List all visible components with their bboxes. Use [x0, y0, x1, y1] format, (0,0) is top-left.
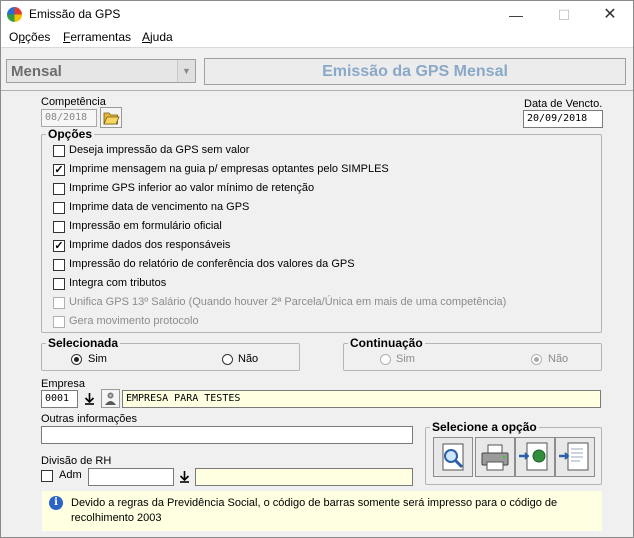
divisao-label: Divisão de RH: [41, 455, 112, 467]
option-unifica-13-label: Unifica GPS 13º Salário (Quando houver 2…: [69, 296, 507, 308]
period-select[interactable]: Mensal ▼: [6, 59, 196, 83]
option-data-vencimento-label: Imprime data de vencimento na GPS: [69, 201, 250, 213]
vencimento-field[interactable]: 20/09/2018: [523, 110, 603, 128]
maximize-button[interactable]: ☐: [541, 1, 587, 29]
empresa-name-field[interactable]: EMPRESA PARA TESTES: [122, 390, 601, 408]
divisao-name-field[interactable]: [195, 468, 413, 486]
gps-window: Emissão da GPS — ☐ ✕ Opções Ferramentas …: [0, 0, 634, 538]
selecione-opcao-title: Selecione a opção: [430, 420, 539, 434]
export-button[interactable]: [515, 437, 555, 477]
menu-separator: [1, 47, 633, 48]
minimize-button[interactable]: —: [493, 1, 539, 29]
export-globe-icon: [519, 442, 548, 471]
download-arrow-icon[interactable]: [81, 390, 98, 408]
outras-informacoes-field[interactable]: [41, 426, 413, 444]
opcoes-group: Opções Deseja impressão da GPS sem valor…: [41, 127, 602, 333]
selecionada-sim-label: Sim: [88, 353, 107, 365]
period-select-value: Mensal: [11, 63, 62, 80]
export-file-button[interactable]: [555, 437, 595, 477]
gps-app-icon: [7, 7, 22, 22]
option-responsaveis-label: Imprime dados dos responsáveis: [69, 239, 231, 251]
divisao-adm-checkbox[interactable]: [41, 470, 53, 482]
download-arrow-icon[interactable]: [176, 468, 193, 486]
window-title: Emissão da GPS: [29, 7, 121, 21]
selecionada-nao-label: Não: [238, 353, 259, 365]
selecionada-sim-radio[interactable]: [71, 354, 82, 365]
info-message-text: Devido a regras da Previdência Social, o…: [71, 497, 558, 524]
option-tributos-checkbox[interactable]: [53, 278, 65, 290]
info-icon: i: [49, 496, 63, 510]
option-relatorio-conferencia-label: Impressão do relatório de conferência do…: [69, 258, 355, 270]
chevron-down-icon[interactable]: ▼: [177, 60, 195, 82]
option-valor-minimo-checkbox[interactable]: [53, 183, 65, 195]
option-sem-valor-label: Deseja impressão da GPS sem valor: [69, 144, 250, 156]
magnifier-preview-icon: [442, 443, 464, 471]
printer-icon: [481, 444, 509, 471]
selecionada-group-title: Selecionada: [46, 336, 121, 350]
page-title-banner: Emissão da GPS Mensal: [204, 58, 626, 85]
option-formulario-oficial-label: Impressão em formulário oficial: [69, 220, 222, 232]
divisao-adm-label: Adm: [59, 469, 82, 481]
outras-label: Outras informações: [41, 413, 137, 425]
option-tributos-label: Integra com tributos: [69, 277, 167, 289]
continuacao-sim-label: Sim: [396, 353, 415, 365]
continuacao-sim-radio: [380, 354, 391, 365]
menu-ferramentas[interactable]: Ferramentas: [63, 30, 131, 44]
menu-ajuda[interactable]: Ajuda: [142, 30, 173, 44]
preview-button[interactable]: [433, 437, 473, 477]
export-file-icon: [559, 442, 589, 471]
option-movimento-protocolo-checkbox: [53, 316, 65, 328]
continuacao-group-title: Continuação: [348, 336, 425, 350]
menu-opcoes[interactable]: Opções: [9, 30, 50, 44]
option-formulario-oficial-checkbox[interactable]: [53, 221, 65, 233]
option-relatorio-conferencia-checkbox[interactable]: [53, 259, 65, 271]
option-responsaveis-checkbox[interactable]: ✓: [53, 240, 65, 252]
opcoes-group-title: Opções: [46, 127, 95, 141]
vencimento-label: Data de Vencto.: [524, 98, 603, 110]
option-movimento-protocolo-label: Gera movimento protocolo: [69, 315, 199, 327]
info-message: i Devido a regras da Previdência Social,…: [42, 491, 602, 531]
print-button[interactable]: [475, 437, 515, 477]
continuacao-nao-radio: [531, 354, 542, 365]
menu-bar: Opções Ferramentas Ajuda: [1, 29, 633, 47]
option-valor-minimo-label: Imprime GPS inferior ao valor mínimo de …: [69, 182, 315, 194]
option-simples-label: Imprime mensagem na guia p/ empresas opt…: [69, 163, 389, 175]
competencia-label: Competência: [41, 96, 106, 108]
competencia-field[interactable]: 08/2018: [41, 109, 97, 127]
selecionada-nao-radio[interactable]: [222, 354, 233, 365]
option-sem-valor-checkbox[interactable]: [53, 145, 65, 157]
open-folder-icon[interactable]: [100, 107, 122, 128]
option-simples-checkbox[interactable]: ✓: [53, 164, 65, 176]
selecionada-group: Selecionada Sim Não: [41, 336, 300, 371]
empresa-label: Empresa: [41, 378, 86, 390]
option-unifica-13-checkbox: [53, 297, 65, 309]
close-button[interactable]: ✕: [587, 1, 633, 29]
title-bar: Emissão da GPS — ☐ ✕: [1, 1, 633, 29]
empresa-code-field[interactable]: 0001: [41, 390, 78, 408]
divisao-code-field[interactable]: [88, 468, 174, 486]
continuacao-group: Continuação Sim Não: [343, 336, 602, 371]
option-data-vencimento-checkbox[interactable]: [53, 202, 65, 214]
person-search-icon[interactable]: [101, 389, 120, 408]
continuacao-nao-label: Não: [548, 353, 569, 365]
